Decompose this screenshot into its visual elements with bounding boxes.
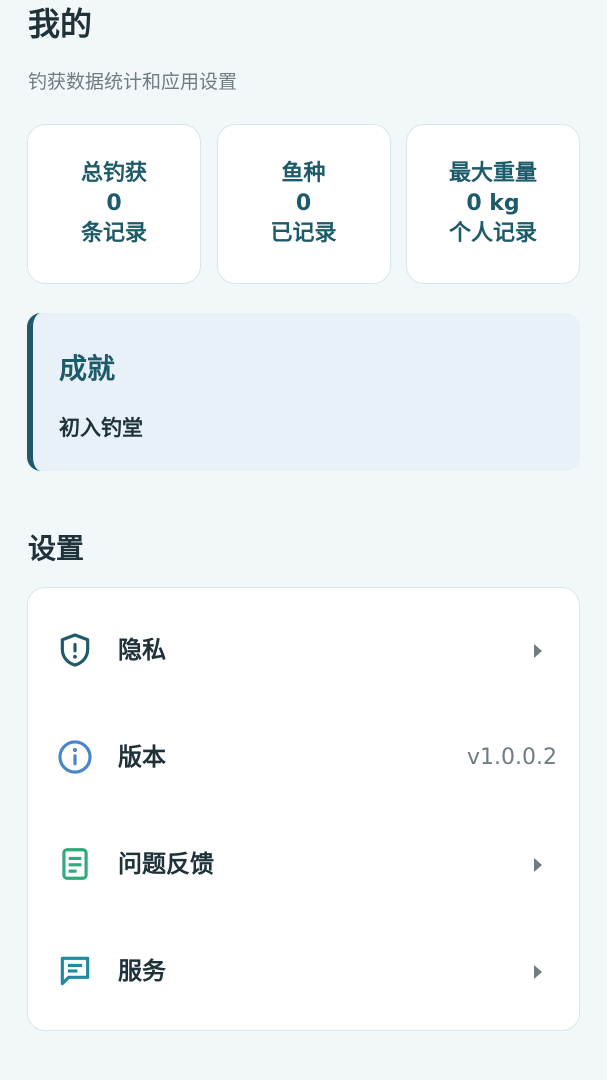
version-value: v1.0.0.2	[467, 745, 557, 770]
stat-card-max-weight: 最大重量 0 kg 个人记录	[406, 124, 580, 284]
stat-label: 最大重量	[448, 161, 537, 186]
settings-item-feedback[interactable]: 问题反馈	[28, 811, 579, 918]
stat-note: 个人记录	[448, 221, 537, 246]
settings-item-service[interactable]: 服务	[28, 918, 579, 1025]
stat-note: 已记录	[270, 221, 337, 246]
settings-card: 隐私 版本 v1.0.0.2 问题反馈 服务	[27, 587, 580, 1031]
settings-item-version[interactable]: 版本 v1.0.0.2	[28, 704, 579, 811]
shield-icon	[60, 633, 90, 667]
settings-section-title: 设置	[28, 532, 85, 565]
achievement-value: 初入钓堂	[59, 416, 143, 440]
stat-label: 总钓获	[80, 161, 147, 186]
page-title: 我的	[28, 5, 93, 43]
stat-card-total-catch: 总钓获 0 条记录	[27, 124, 201, 284]
chevron-right-icon	[534, 858, 542, 872]
info-icon	[58, 740, 92, 774]
stats-row: 总钓获 0 条记录 鱼种 0 已记录 最大重量 0 kg 个人记录	[27, 124, 580, 286]
stat-value: 0	[106, 191, 122, 216]
chevron-right-icon	[534, 644, 542, 658]
stat-value: 0	[295, 191, 312, 216]
settings-item-privacy[interactable]: 隐私	[28, 597, 579, 704]
stat-value: 0 kg	[466, 191, 520, 216]
stat-note: 条记录	[80, 221, 147, 246]
page-subtitle: 钓获数据统计和应用设置	[28, 71, 238, 93]
settings-item-label: 问题反馈	[118, 850, 214, 878]
document-icon	[62, 848, 88, 880]
settings-item-label: 服务	[118, 957, 166, 985]
settings-item-label: 隐私	[118, 636, 166, 664]
achievement-card: 成就 初入钓堂	[27, 313, 580, 471]
stat-label: 鱼种	[281, 161, 326, 186]
chat-icon	[60, 956, 90, 986]
achievement-title: 成就	[59, 352, 116, 385]
stat-card-species: 鱼种 0 已记录	[216, 124, 391, 284]
chevron-right-icon	[534, 965, 542, 979]
settings-item-label: 版本	[118, 743, 166, 771]
